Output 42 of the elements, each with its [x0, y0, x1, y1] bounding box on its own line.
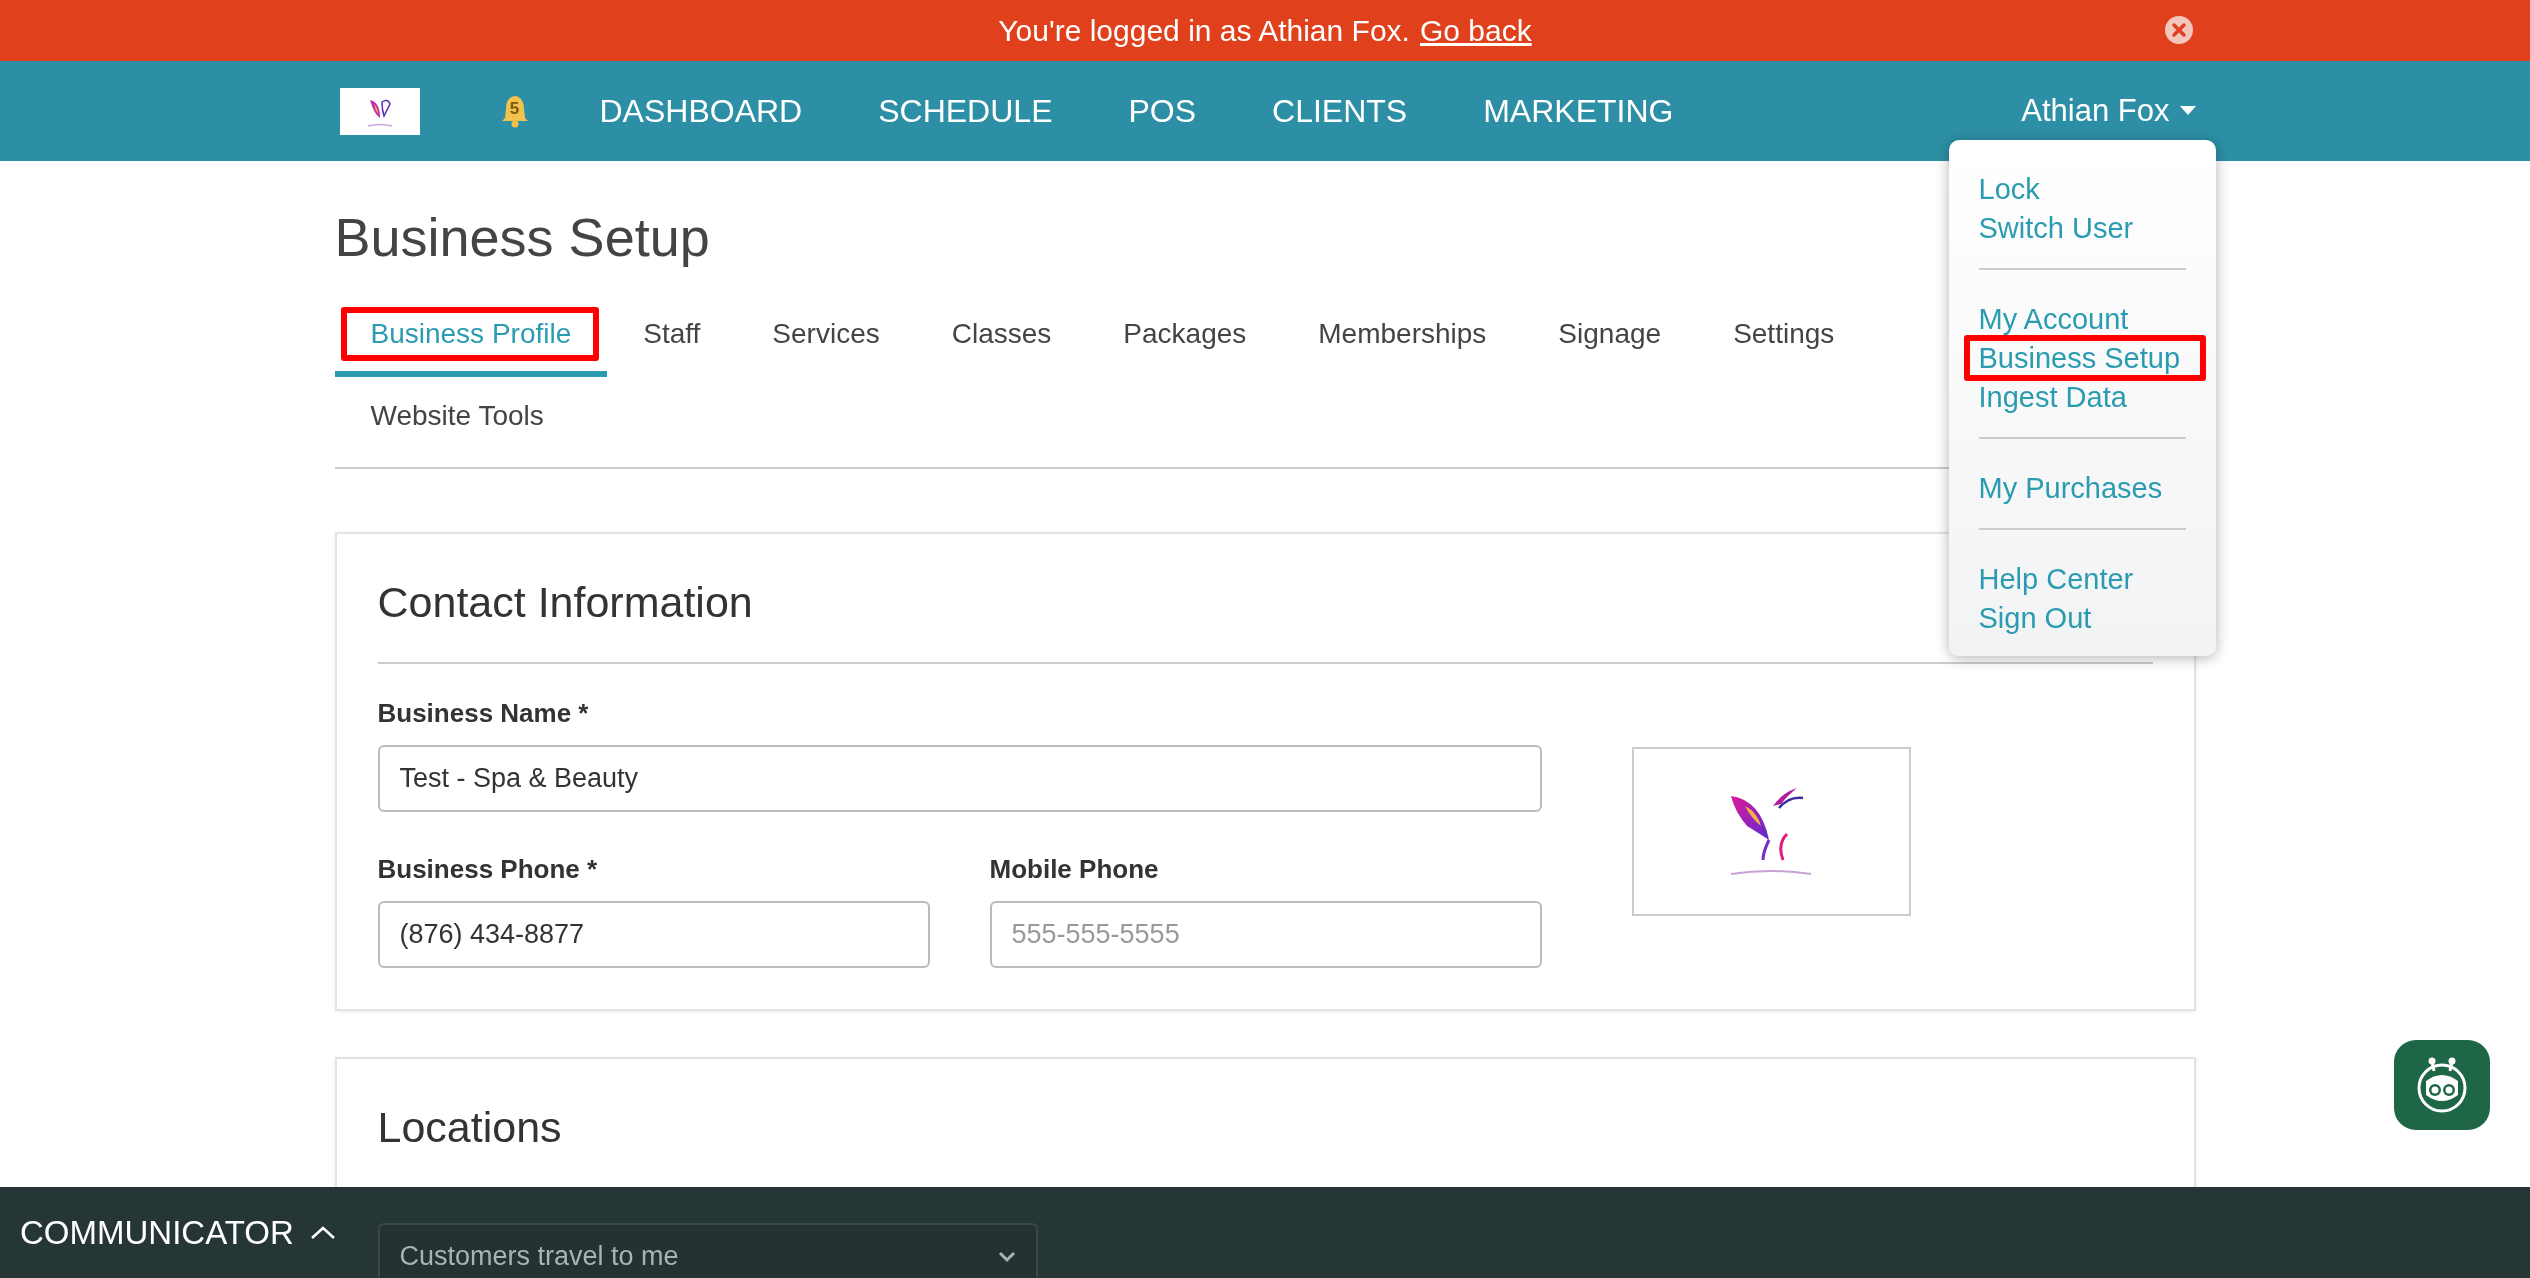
nav-link[interactable]: POS	[1128, 92, 1197, 130]
chat-bot-button[interactable]	[2394, 1040, 2490, 1130]
select-field[interactable]: Customers travel to me	[377, 1223, 1038, 1278]
field-label: Mobile Phone	[989, 854, 1160, 885]
tab[interactable]: Signage	[1522, 295, 1698, 377]
tab[interactable]: Packages	[1087, 295, 1283, 377]
page-title: Business Setup	[334, 206, 710, 269]
tab[interactable]: Business Profile	[334, 295, 608, 377]
caret-icon	[2179, 106, 2196, 116]
caret-icon	[309, 1224, 336, 1241]
menu-item[interactable]: Help Center	[1978, 560, 2134, 599]
communicator-toggle[interactable]: COMMUNICATOR	[20, 1213, 336, 1252]
input-field[interactable]: (876) 434-8877	[377, 901, 930, 968]
field-label: Business Name *	[377, 698, 590, 729]
tab[interactable]: Settings	[1697, 295, 1871, 377]
nav-link[interactable]: CLIENTS	[1272, 92, 1408, 130]
nav-link[interactable]: SCHEDULE	[878, 92, 1053, 130]
menu-item[interactable]: Ingest Data	[1978, 378, 2127, 417]
card-title: Locations	[377, 1102, 562, 1153]
go-back-link[interactable]: Go back	[1419, 13, 1532, 48]
input-field[interactable]: 555-555-5555	[989, 901, 1542, 968]
tab[interactable]: Services	[736, 295, 916, 377]
menu-item[interactable]: Business Setup	[1978, 339, 2180, 378]
close-button[interactable]	[2164, 15, 2194, 45]
menu-item[interactable]: Switch User	[1978, 209, 2134, 248]
notification-count: 5	[508, 100, 521, 118]
chevron-icon	[997, 1250, 1016, 1263]
menu-item[interactable]: My Purchases	[1978, 469, 2163, 508]
tab[interactable]: Website Tools	[334, 377, 580, 459]
user-menu-toggle[interactable]: Athian Fox	[2021, 93, 2196, 129]
banner-message: You're logged in as Athian Fox.	[998, 13, 1410, 48]
tab[interactable]: Memberships	[1282, 295, 1523, 377]
menu-item[interactable]: My Account	[1978, 300, 2129, 339]
input-field[interactable]: Test - Spa & Beauty	[377, 745, 1542, 812]
menu-item[interactable]: Lock	[1978, 170, 2040, 209]
nav-link[interactable]: DASHBOARD	[599, 92, 803, 130]
tab[interactable]: Classes	[915, 295, 1088, 377]
tab[interactable]: Staff	[607, 295, 737, 377]
nav-link[interactable]: MARKETING	[1483, 92, 1674, 130]
menu-item[interactable]: Sign Out	[1978, 599, 2092, 638]
field-label: Business Phone *	[377, 854, 599, 885]
card-title: Contact Information	[377, 577, 753, 628]
